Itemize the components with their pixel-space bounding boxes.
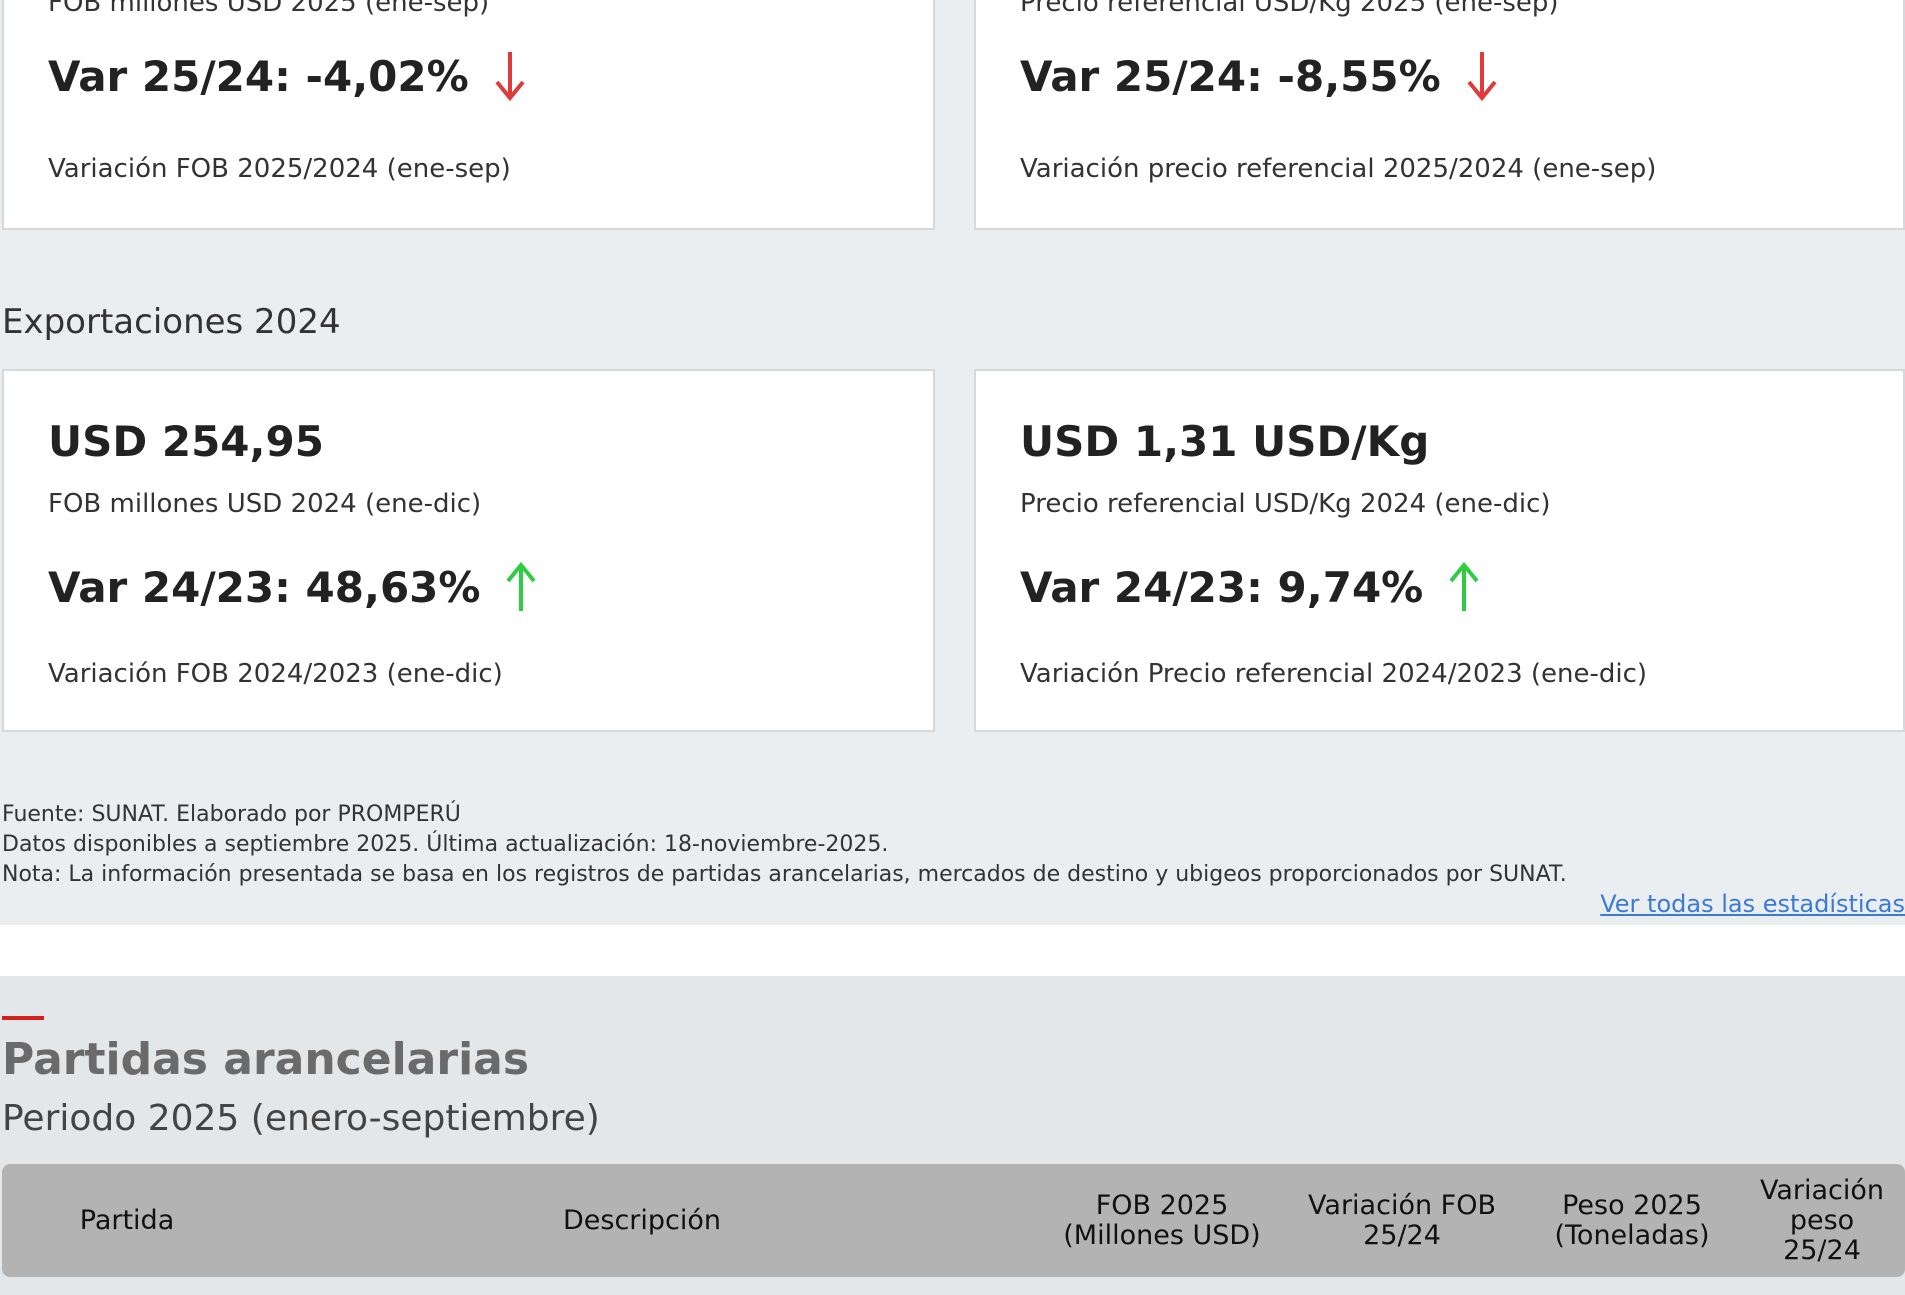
arrow-down-icon: [1465, 50, 1499, 102]
price-2025-card: Precio referencial USD/Kg 2025 (ene-sep)…: [974, 0, 1905, 230]
partidas-title: Partidas arancelarias: [2, 1034, 530, 1085]
column-header-variacion-fob[interactable]: Variación FOB 25/24: [1292, 1164, 1512, 1277]
partidas-section: Partidas arancelarias Periodo 2025 (ener…: [0, 976, 1905, 1295]
price-2025-variation: Var 25/24: -8,55%: [1020, 50, 1499, 102]
fob-2024-variation-desc: Variación FOB 2024/2023 (ene-dic): [48, 659, 503, 689]
accent-dash: [2, 1016, 44, 1020]
price-2024-card: USD 1,31 USD/Kg Precio referencial USD/K…: [974, 369, 1905, 732]
fob-2024-card: USD 254,95 FOB millones USD 2024 (ene-di…: [2, 369, 935, 732]
price-2025-variation-desc: Variación precio referencial 2025/2024 (…: [1020, 154, 1657, 184]
column-header-partida[interactable]: Partida: [42, 1164, 212, 1277]
column-header-peso-2025[interactable]: Peso 2025 (Toneladas): [1532, 1164, 1732, 1277]
fob-2025-subtitle: FOB millones USD 2025 (ene-sep): [48, 0, 490, 18]
fob-2024-value: USD 254,95: [48, 417, 324, 466]
exports-2024-heading: Exportaciones 2024: [2, 302, 341, 342]
column-header-descripcion[interactable]: Descripción: [502, 1164, 782, 1277]
price-2024-subtitle: Precio referencial USD/Kg 2024 (ene-dic): [1020, 489, 1551, 519]
partidas-period: Periodo 2025 (enero-septiembre): [2, 1098, 600, 1139]
note-text: Nota: La información presentada se basa …: [2, 862, 1567, 887]
arrow-up-icon: [1447, 561, 1481, 613]
fob-2025-card: FOB millones USD 2025 (ene-sep) Var 25/2…: [2, 0, 935, 230]
source-text: Fuente: SUNAT. Elaborado por PROMPERÚ: [2, 802, 461, 827]
price-2025-subtitle: Precio referencial USD/Kg 2025 (ene-sep): [1020, 0, 1559, 18]
availability-text: Datos disponibles a septiembre 2025. Últ…: [2, 832, 889, 857]
partidas-table-header: Partida Descripción FOB 2025 (Millones U…: [2, 1164, 1905, 1277]
source-notes: Fuente: SUNAT. Elaborado por PROMPERÚ Da…: [2, 800, 1567, 890]
fob-2025-variation-desc: Variación FOB 2025/2024 (ene-sep): [48, 154, 511, 184]
statistics-section: FOB millones USD 2025 (ene-sep) Var 25/2…: [0, 0, 1905, 925]
column-header-variacion-peso[interactable]: Variación peso 25/24: [1747, 1164, 1897, 1277]
arrow-up-icon: [504, 561, 538, 613]
fob-2025-variation: Var 25/24: -4,02%: [48, 50, 527, 102]
price-2024-value: USD 1,31 USD/Kg: [1020, 417, 1430, 466]
column-header-fob-2025[interactable]: FOB 2025 (Millones USD): [1042, 1164, 1282, 1277]
fob-2024-variation: Var 24/23: 48,63%: [48, 561, 538, 613]
arrow-down-icon: [493, 50, 527, 102]
fob-2024-subtitle: FOB millones USD 2024 (ene-dic): [48, 489, 482, 519]
price-2024-variation-desc: Variación Precio referencial 2024/2023 (…: [1020, 659, 1648, 689]
price-2024-variation: Var 24/23: 9,74%: [1020, 561, 1481, 613]
all-statistics-link[interactable]: Ver todas las estadísticas: [1600, 890, 1905, 918]
